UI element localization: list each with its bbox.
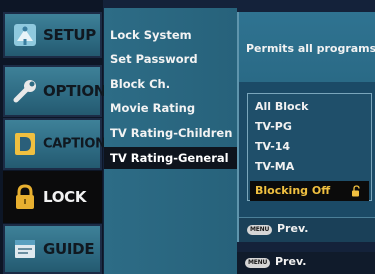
menu-item-block-ch[interactable]: Block Ch. — [104, 73, 237, 95]
tab-label: GUIDE — [43, 240, 95, 258]
rating-option-list: All Block TV-PG TV-14 TV-MA Blocking Off — [247, 93, 372, 201]
tab-caption[interactable]: CAPTION — [3, 118, 106, 170]
category-tab-column: SETUP OPTION CAPTION LOCK GUIDE — [0, 0, 106, 274]
option-label: Blocking Off — [255, 184, 331, 197]
option-blocking-off[interactable]: Blocking Off — [250, 181, 369, 201]
option-description: Permits all programs — [246, 42, 375, 55]
prev-label: Prev. — [277, 222, 309, 235]
unlocked-padlock-icon — [352, 185, 360, 197]
tab-label: LOCK — [43, 188, 87, 206]
panel-prev-row[interactable]: MENU Prev. — [239, 217, 375, 242]
tab-lock[interactable]: LOCK — [3, 171, 102, 223]
tab-label: CAPTION — [43, 136, 106, 152]
bottom-prev-bar[interactable]: MENU Prev. — [237, 252, 375, 274]
wrench-icon — [13, 80, 36, 103]
option-tv-pg[interactable]: TV-PG — [250, 117, 369, 137]
prev-label: Prev. — [275, 255, 307, 268]
menu-key-icon: MENU — [247, 225, 273, 235]
menu-item-set-password[interactable]: Set Password — [104, 48, 237, 70]
option-tv-14[interactable]: TV-14 — [250, 137, 369, 157]
tab-setup[interactable]: SETUP — [3, 12, 102, 58]
tab-guide[interactable]: GUIDE — [3, 224, 102, 274]
option-all-block[interactable]: All Block — [250, 97, 369, 117]
padlock-icon — [16, 184, 34, 209]
menu-key-icon: MENU — [245, 258, 271, 268]
tv-lock-menu-screen: SETUP OPTION CAPTION LOCK GUIDE Lock Sys… — [0, 0, 375, 274]
guide-book-icon — [15, 240, 35, 258]
tab-label: OPTION — [43, 82, 107, 100]
description-area: Permits all programs — [239, 12, 375, 82]
rating-options-panel: Permits all programs All Block TV-PG TV-… — [237, 12, 375, 242]
menu-item-tv-rating-children[interactable]: TV Rating-Children — [104, 122, 237, 144]
lock-menu-list: Lock System Set Password Block Ch. Movie… — [104, 8, 237, 274]
caption-icon — [15, 133, 35, 155]
menu-item-movie-rating[interactable]: Movie Rating — [104, 97, 237, 119]
option-tv-ma[interactable]: TV-MA — [250, 157, 369, 177]
menu-item-lock-system[interactable]: Lock System — [104, 24, 237, 46]
tab-option[interactable]: OPTION — [3, 65, 106, 117]
menu-item-tv-rating-general[interactable]: TV Rating-General — [104, 147, 237, 169]
satellite-dish-icon — [14, 24, 36, 46]
tab-label: SETUP — [43, 26, 96, 44]
